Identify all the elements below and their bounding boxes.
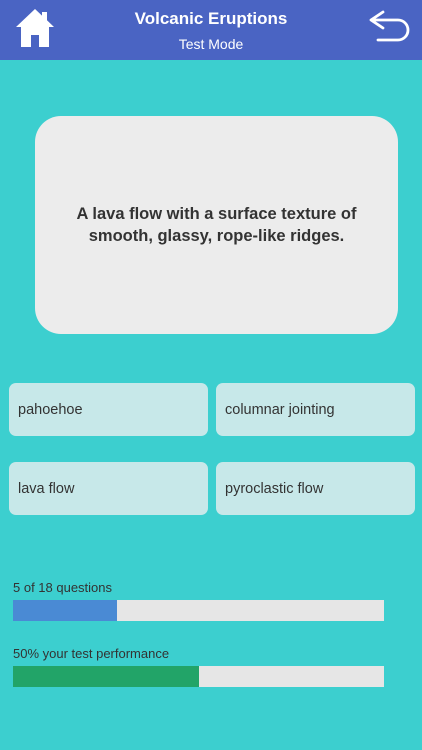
page-title: Volcanic Eruptions	[134, 9, 288, 28]
performance-bar	[13, 666, 384, 687]
answer-option-3[interactable]: lava flow	[9, 462, 208, 515]
answer-option-1[interactable]: pahoehoe	[9, 383, 208, 436]
question-progress-label: 5 of 18 questions	[13, 580, 113, 595]
app-header: Volcanic Eruptions Test Mode	[0, 0, 422, 60]
question-card: A lava flow with a surface texture of sm…	[35, 116, 398, 334]
performance-label: 50% your test performance	[13, 646, 170, 661]
back-arrow-icon[interactable]	[368, 7, 412, 45]
question-text: A lava flow with a surface texture of sm…	[76, 205, 357, 245]
answer-option-2[interactable]: columnar jointing	[216, 383, 415, 436]
performance-fill	[13, 666, 199, 687]
answer-option-4[interactable]: pyroclastic flow	[216, 462, 415, 515]
question-progress-bar	[13, 600, 384, 621]
question-progress-fill	[13, 600, 117, 621]
page-subtitle: Test Mode	[178, 36, 244, 52]
